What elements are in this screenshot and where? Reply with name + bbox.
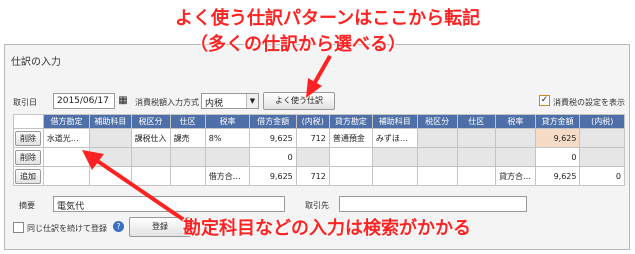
debit-amount-cell[interactable]: 9,625 [249,128,297,148]
credit-sub-cell[interactable] [371,147,418,167]
row-action-cell: 削除 [13,128,44,148]
debit-sub-cell[interactable] [89,128,132,148]
annotation-account-search: 勘定科目などの入力は検索がかかる [183,218,471,239]
credit-account-cell[interactable]: 普通預金 [328,128,373,148]
annotation-common-entry: よく使う仕訳パターンはここから転記 [175,8,481,29]
col-credit-sub: 補助科目 [371,114,418,129]
credit-kubun-cell[interactable] [456,147,496,167]
tax-method-value: 内税 [205,99,224,109]
add-row-button[interactable]: 追加 [15,168,41,184]
delete-row-button[interactable]: 削除 [15,130,41,146]
row-action-cell: 削除 [13,147,44,167]
debit-tax-cell[interactable] [295,147,330,167]
col-credit-tax: (内税) [579,114,625,129]
memo-label: 摘要 [19,201,35,210]
col-credit-amount: 貸方金額 [534,114,581,129]
table-header-row: 借方勘定 補助科目 税区分 仕区 税率 借方金額 (内税) 貸方勘定 補助科目 … [13,114,625,129]
col-debit-tax: (内税) [295,114,330,129]
debit-total-label: 借方合… [204,166,251,186]
table-row: 削除 水道光… 課税仕入 課売 8% 9,625 712 普通預金 みずほ… 9… [13,128,625,148]
date-label: 取引日 [13,98,37,107]
debit-rate-cell[interactable]: 8% [204,128,251,148]
tax-method-select[interactable]: 内税 ▼ [201,93,259,109]
empty-cell [328,166,373,186]
table-corner [13,114,44,129]
empty-cell [416,166,458,186]
col-debit-rate: 税率 [204,114,251,129]
col-credit-kubun: 仕区 [456,114,496,129]
partner-label: 取引先 [305,201,329,210]
panel-title: 仕訳の入力 [11,57,61,68]
row-action-cell: 追加 [13,166,44,186]
arrow-to-common-entry-icon [306,55,332,98]
credit-kubun-cell[interactable] [456,128,496,148]
debit-total-tax: 712 [295,166,330,186]
credit-sub-cell[interactable]: みずほ… [371,128,418,148]
repeat-entry-checkbox[interactable] [13,222,24,233]
col-debit-amount: 借方金額 [249,114,297,129]
chevron-down-icon[interactable]: ▼ [246,94,258,108]
credit-rate-cell[interactable] [494,128,536,148]
credit-amount-cell[interactable]: 9,625 [534,128,581,148]
calendar-icon[interactable]: ▦ [117,95,129,107]
tax-method-label: 消費税額入力方式 [135,98,199,107]
credit-total-tax: 0 [579,166,625,186]
debit-kubun-cell[interactable]: 課売 [169,128,206,148]
credit-rate-cell[interactable] [494,147,536,167]
debit-rate-cell[interactable] [204,147,251,167]
debit-tax-class-cell[interactable]: 課税仕入 [130,128,171,148]
annotation-common-entry-sub: （多くの仕訳から選べる） [190,34,406,55]
credit-tax-class-cell[interactable] [416,128,458,148]
col-debit-tax-class: 税区分 [130,114,171,129]
credit-total-amount: 9,625 [534,166,581,186]
empty-cell [456,166,496,186]
credit-account-cell[interactable] [328,147,373,167]
partner-field[interactable] [339,196,527,212]
col-debit-sub: 補助科目 [89,114,132,129]
col-credit-rate: 税率 [494,114,536,129]
col-debit-kubun: 仕区 [169,114,206,129]
credit-tax-cell[interactable] [579,128,625,148]
tax-setting-checkbox[interactable]: ✓ [539,95,550,106]
debit-account-cell[interactable]: 水道光… [42,128,91,148]
arrow-to-account-field-icon [82,150,186,222]
credit-tax-cell[interactable] [579,147,625,167]
debit-amount-cell[interactable]: 0 [249,147,297,167]
credit-tax-class-cell[interactable] [416,147,458,167]
debit-tax-cell[interactable]: 712 [295,128,330,148]
date-field[interactable]: 2015/06/17 [53,93,115,109]
credit-total-label: 貸方合… [494,166,536,186]
debit-total-amount: 9,625 [249,166,297,186]
credit-amount-cell[interactable]: 0 [534,147,581,167]
delete-row-button[interactable]: 削除 [15,149,41,165]
col-credit-tax-class: 税区分 [416,114,458,129]
col-credit-account: 貸方勘定 [328,114,373,129]
col-debit-account: 借方勘定 [42,114,91,129]
tax-setting-label: 消費税の設定を表示 [553,98,625,107]
empty-cell [371,166,418,186]
